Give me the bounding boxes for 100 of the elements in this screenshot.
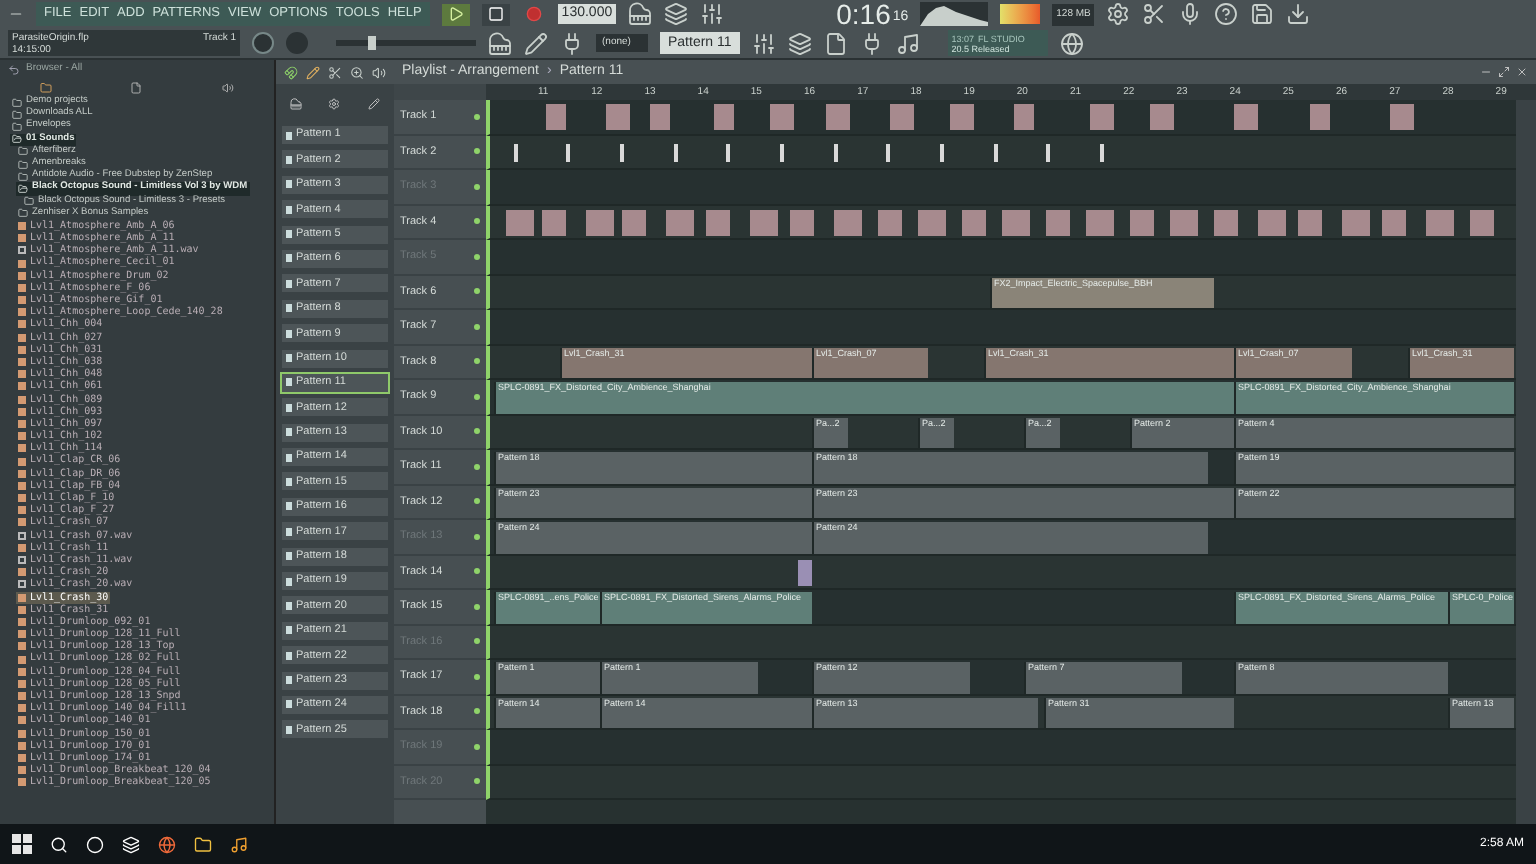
clip-block[interactable] xyxy=(878,209,902,235)
microphone-icon[interactable] xyxy=(1178,2,1203,27)
track-led-icon[interactable] xyxy=(474,148,480,155)
layers-icon[interactable] xyxy=(664,2,689,27)
track-led-icon[interactable] xyxy=(474,673,480,680)
speaker-icon[interactable] xyxy=(372,65,386,79)
clip-block[interactable] xyxy=(1298,209,1322,235)
clip-block[interactable] xyxy=(1046,209,1070,235)
clip-block[interactable] xyxy=(1310,104,1330,130)
keyboard-icon[interactable] xyxy=(628,2,653,27)
clip-block[interactable] xyxy=(1150,104,1174,130)
magnet-icon[interactable] xyxy=(284,65,298,79)
clip-block[interactable] xyxy=(1390,104,1414,130)
settings-icon[interactable] xyxy=(1106,2,1131,27)
browser-icon[interactable] xyxy=(158,835,176,853)
task-view-icon[interactable] xyxy=(122,835,140,853)
mixer-icon[interactable] xyxy=(751,31,776,56)
piano-icon[interactable] xyxy=(289,98,302,110)
clip-block[interactable] xyxy=(714,104,734,130)
windows-logo-icon[interactable] xyxy=(12,834,32,854)
music-icon[interactable] xyxy=(230,835,248,853)
clip-block[interactable] xyxy=(1002,209,1030,235)
folder-icon[interactable] xyxy=(194,835,212,853)
clip-block[interactable] xyxy=(606,104,630,130)
clip-block[interactable] xyxy=(962,209,986,235)
clip-block[interactable] xyxy=(586,209,614,235)
speaker-icon[interactable] xyxy=(222,81,235,93)
slider-track[interactable] xyxy=(336,40,476,47)
track-led-icon[interactable] xyxy=(474,778,480,785)
clip-block[interactable] xyxy=(706,209,730,235)
plugin-icon[interactable] xyxy=(859,31,884,56)
track-led-icon[interactable] xyxy=(474,288,480,295)
scissors-icon[interactable] xyxy=(328,65,342,79)
track-led-icon[interactable] xyxy=(474,708,480,715)
help-icon[interactable] xyxy=(1214,2,1239,27)
clip-block[interactable] xyxy=(622,209,646,235)
clip-block[interactable] xyxy=(1086,209,1114,235)
clip-block[interactable] xyxy=(1130,209,1154,235)
track-led-icon[interactable] xyxy=(474,568,480,575)
track-led-icon[interactable] xyxy=(474,113,480,120)
search-icon[interactable] xyxy=(50,835,68,853)
track-led-icon[interactable] xyxy=(474,393,480,400)
clip-block[interactable] xyxy=(546,104,566,130)
globe-icon[interactable] xyxy=(1059,31,1084,56)
piano-icon[interactable] xyxy=(488,31,512,56)
clip-block[interactable] xyxy=(918,209,946,235)
track-led-icon[interactable] xyxy=(474,428,480,435)
clip-block[interactable] xyxy=(506,209,534,235)
pencil-icon[interactable] xyxy=(524,31,548,56)
track-led-icon[interactable] xyxy=(474,533,480,540)
clip-block[interactable] xyxy=(1258,209,1286,235)
channel-rack-icon[interactable] xyxy=(787,31,812,56)
track-led-icon[interactable] xyxy=(474,183,480,190)
clip-block[interactable] xyxy=(750,209,778,235)
music-icon[interactable] xyxy=(895,31,920,56)
clip-block[interactable] xyxy=(1470,209,1494,235)
clip-block[interactable] xyxy=(666,209,694,235)
file-icon[interactable] xyxy=(130,81,143,93)
close-icon[interactable] xyxy=(1516,66,1528,78)
pencil-icon[interactable] xyxy=(368,98,381,110)
track-led-icon[interactable] xyxy=(474,603,480,610)
stop-button[interactable] xyxy=(481,3,510,26)
track-led-icon[interactable] xyxy=(474,638,480,645)
clip-block[interactable] xyxy=(1426,209,1454,235)
clip-block[interactable] xyxy=(770,104,794,130)
download-icon[interactable] xyxy=(1286,2,1311,27)
track-led-icon[interactable] xyxy=(474,358,480,365)
track-led-icon[interactable] xyxy=(474,498,480,505)
sliders-icon[interactable] xyxy=(700,2,725,27)
file-icon[interactable] xyxy=(823,31,848,56)
clip-block[interactable] xyxy=(1234,104,1258,130)
clip-block[interactable] xyxy=(1382,209,1406,235)
clip-block[interactable] xyxy=(542,209,566,235)
track-led-icon[interactable] xyxy=(474,743,480,750)
clip-block[interactable] xyxy=(950,104,974,130)
clip-block[interactable] xyxy=(826,104,850,130)
back-icon[interactable] xyxy=(8,63,20,75)
volume-knob[interactable] xyxy=(252,32,274,55)
scissors-icon[interactable] xyxy=(1142,2,1167,27)
clip-block[interactable] xyxy=(890,104,914,130)
clip-block[interactable] xyxy=(1342,209,1370,235)
zoom-icon[interactable] xyxy=(350,65,364,79)
track-led-icon[interactable] xyxy=(474,218,480,225)
clip-block[interactable] xyxy=(1090,104,1114,130)
clip-block[interactable] xyxy=(1214,209,1238,235)
clip-block[interactable] xyxy=(1014,104,1034,130)
clip-block[interactable] xyxy=(650,104,670,130)
clip-block[interactable] xyxy=(834,209,862,235)
track-led-icon[interactable] xyxy=(474,463,480,470)
settings-icon[interactable] xyxy=(328,98,341,110)
clip-block[interactable] xyxy=(790,209,814,235)
track-led-icon[interactable] xyxy=(474,253,480,260)
scrollbar[interactable] xyxy=(1516,100,1536,824)
clip-block[interactable] xyxy=(798,559,812,585)
play-button[interactable] xyxy=(441,3,470,26)
plug-icon[interactable] xyxy=(560,31,584,56)
pencil-icon[interactable] xyxy=(306,65,320,79)
slider-thumb[interactable] xyxy=(368,36,376,51)
track-led-icon[interactable] xyxy=(474,323,480,330)
clip-block[interactable] xyxy=(1170,209,1198,235)
